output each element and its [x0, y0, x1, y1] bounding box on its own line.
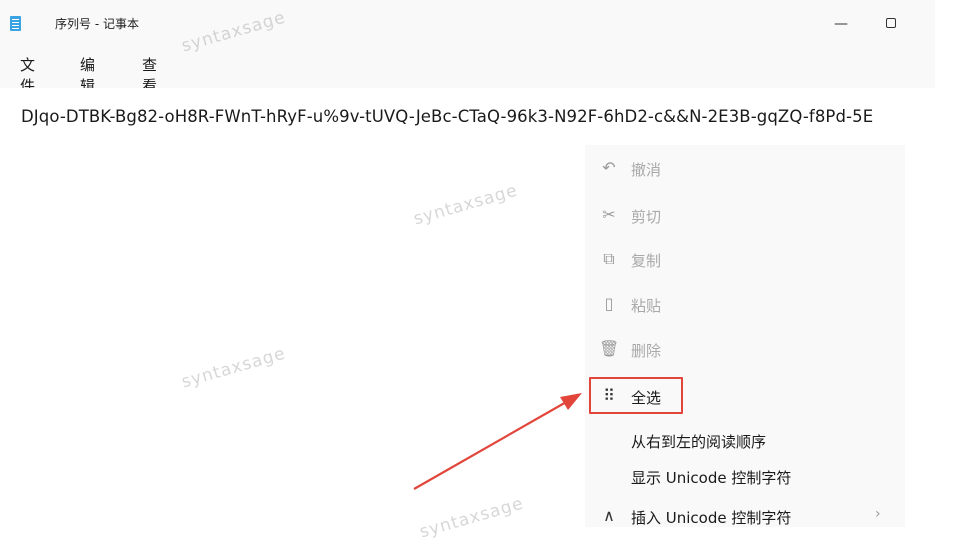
copy-icon: ⧉: [603, 249, 615, 268]
context-item-label: 剪切: [631, 208, 662, 226]
maximize-button[interactable]: [868, 10, 914, 38]
trash-icon: 🗑: [599, 339, 620, 358]
context-item-rtl-reading-order[interactable]: 从右到左的阅读顺序: [585, 422, 905, 458]
context-item-label: 复制: [631, 252, 662, 270]
context-item-label: 显示 Unicode 控制字符: [631, 469, 792, 487]
context-item-paste[interactable]: ▯ 粘贴: [585, 286, 905, 322]
context-item-label: 插入 Unicode 控制字符: [631, 509, 792, 527]
scissors-icon: ✂: [602, 205, 616, 224]
paste-icon: ▯: [604, 294, 614, 313]
title-bar[interactable]: 序列号 - 记事本 —: [0, 10, 935, 38]
notepad-icon: [10, 16, 21, 31]
context-item-label: 粘贴: [631, 297, 662, 315]
undo-icon: ↶: [602, 158, 616, 177]
context-item-delete[interactable]: 🗑 删除: [585, 331, 905, 367]
notepad-window: 序列号 - 记事本 — 文件 编辑 查看 DJqo-DTBK-Bg82-oH8R…: [0, 0, 957, 539]
right-margin: [935, 0, 957, 539]
annotation-highlight-box: [589, 377, 683, 414]
context-item-show-unicode[interactable]: 显示 Unicode 控制字符: [585, 458, 905, 494]
minimize-button[interactable]: —: [818, 10, 864, 38]
context-item-label: 撤消: [631, 161, 662, 179]
context-item-label: 删除: [631, 342, 662, 360]
context-menu: ↶ 撤消 ✂ 剪切 ⧉ 复制 ▯ 粘贴 🗑 删除 ⠿ 全选 从右到左的阅读顺序 …: [585, 145, 905, 527]
chevron-right-icon: ›: [875, 506, 881, 522]
document-text[interactable]: DJqo-DTBK-Bg82-oH8R-FWnT-hRyF-u%9v-tUVQ-…: [21, 107, 935, 126]
maximize-icon: [886, 17, 896, 28]
context-item-copy[interactable]: ⧉ 复制: [585, 241, 905, 277]
context-item-undo[interactable]: ↶ 撤消: [585, 150, 905, 186]
minimize-icon: —: [834, 16, 848, 32]
context-item-label: 从右到左的阅读顺序: [631, 433, 767, 451]
window-title: 序列号 - 记事本: [55, 17, 139, 31]
context-item-cut[interactable]: ✂ 剪切: [585, 197, 905, 233]
caret-up-icon: ∧: [603, 506, 615, 525]
context-item-insert-unicode[interactable]: ∧ 插入 Unicode 控制字符 ›: [585, 498, 905, 534]
